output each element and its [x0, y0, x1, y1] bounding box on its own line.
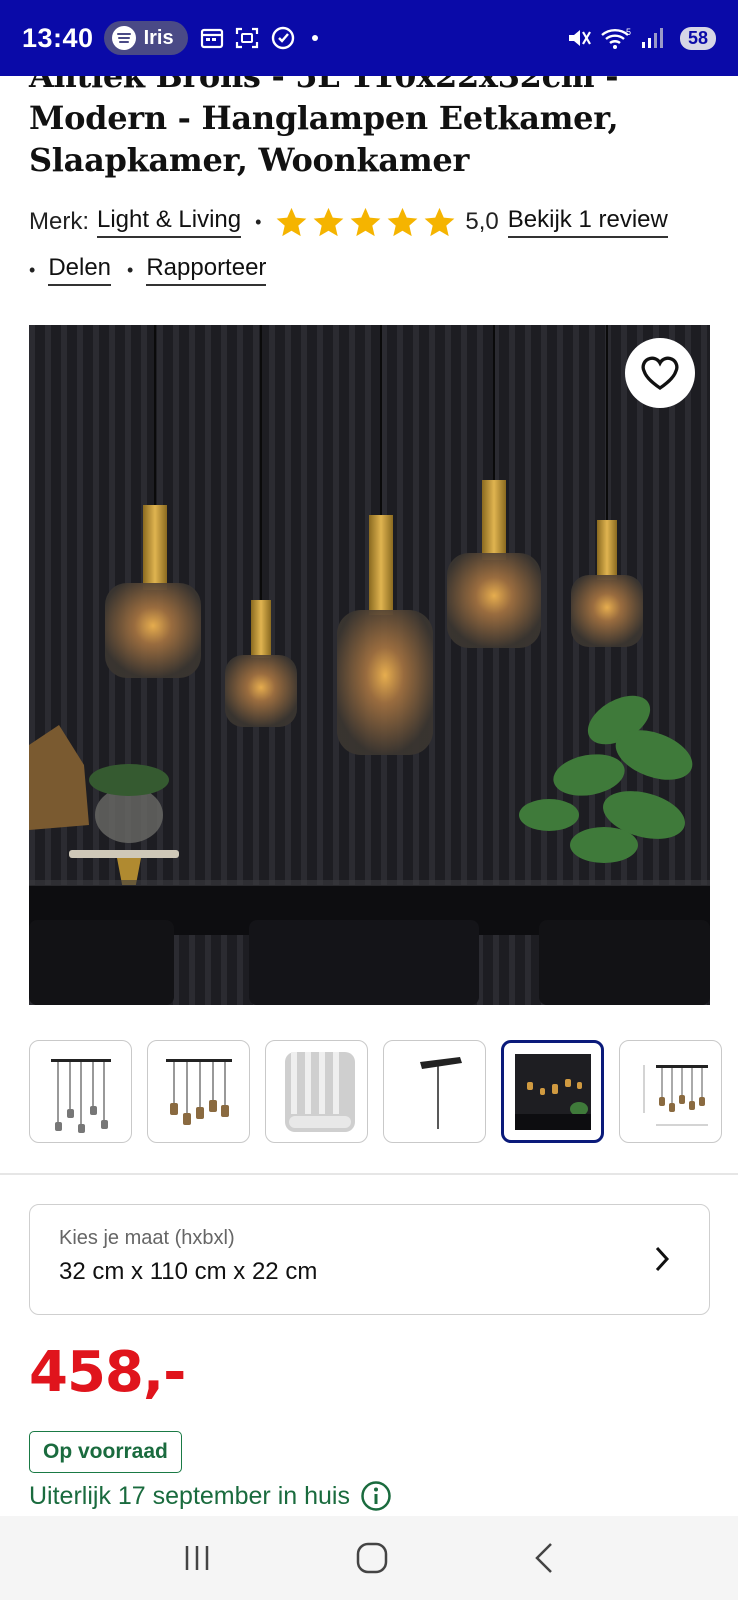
sync-icon [271, 26, 294, 50]
delivery-info: Uiterlijk 17 september in huis [29, 1480, 392, 1512]
brand-label: Merk: [29, 208, 89, 235]
brand-link[interactable]: Light & Living [97, 206, 242, 238]
star-icon [351, 207, 381, 237]
thumbnail[interactable] [383, 1040, 486, 1143]
signal-icon [641, 28, 663, 48]
thumbnail-active[interactable] [501, 1040, 604, 1143]
status-time: 13:40 [22, 22, 94, 53]
separator-dot: • [127, 259, 134, 280]
thumbnail-image [284, 1051, 355, 1132]
separator-dot: • [29, 259, 36, 280]
rating-stars [274, 205, 457, 239]
mute-icon [568, 30, 591, 46]
now-playing-label: Iris [143, 26, 174, 49]
rating-value: 5,0 [465, 208, 499, 235]
review-link[interactable]: Bekijk 1 review [507, 206, 668, 238]
system-navigation-bar [0, 1516, 738, 1600]
pendant-lamps-photo [29, 325, 710, 1005]
thumbnail-image [514, 1053, 591, 1130]
thumbnail[interactable] [619, 1040, 722, 1143]
thumbnail[interactable] [29, 1040, 132, 1143]
battery-icon: 58 [679, 26, 716, 50]
home-icon[interactable] [355, 1541, 389, 1575]
heart-icon [641, 356, 679, 390]
calendar-icon [200, 28, 223, 49]
back-icon[interactable] [532, 1541, 556, 1575]
star-icon [277, 207, 307, 237]
product-meta: Merk: Light & Living • 5,0 Bekijk 1 revi… [29, 202, 719, 290]
now-playing-pill[interactable]: Iris [103, 21, 188, 55]
product-main-image[interactable] [29, 325, 710, 1005]
wifi-icon: 5 [601, 27, 631, 49]
section-divider [0, 1173, 738, 1175]
report-link[interactable]: Rapporteer [146, 254, 267, 286]
thumbnail-image [419, 1056, 462, 1129]
star-icon [314, 207, 344, 237]
status-bar: 13:40 Iris 5 58 [0, 0, 738, 76]
size-selector-value: 32 cm x 110 cm x 22 cm [59, 1258, 318, 1285]
thumbnail[interactable] [265, 1040, 368, 1143]
screenshot-icon [235, 27, 258, 49]
favorite-button[interactable] [625, 338, 695, 408]
size-selector[interactable]: Kies je maat (hxbxl) 32 cm x 110 cm x 22… [29, 1204, 710, 1315]
share-link[interactable]: Delen [48, 254, 112, 286]
thumbnail-image [50, 1058, 111, 1133]
info-icon[interactable] [360, 1480, 392, 1512]
product-price: 458,- [29, 1340, 186, 1405]
thumbnail-strip [29, 1040, 722, 1143]
stock-badge: Op voorraad [29, 1431, 182, 1473]
size-selector-label: Kies je maat (hxbxl) [59, 1227, 235, 1249]
thumbnail-image [165, 1058, 232, 1125]
separator-dot: • [255, 211, 262, 232]
star-icon [388, 207, 418, 237]
thumbnail-image [643, 1064, 708, 1125]
spotify-icon [111, 26, 136, 50]
recent-apps-icon[interactable] [182, 1543, 212, 1573]
dot-icon [311, 35, 318, 41]
chevron-right-icon [655, 1246, 670, 1272]
delivery-text: Uiterlijk 17 september in huis [29, 1481, 350, 1510]
svg-text:5: 5 [626, 27, 631, 37]
star-icon [425, 207, 455, 237]
thumbnail[interactable] [147, 1040, 250, 1143]
